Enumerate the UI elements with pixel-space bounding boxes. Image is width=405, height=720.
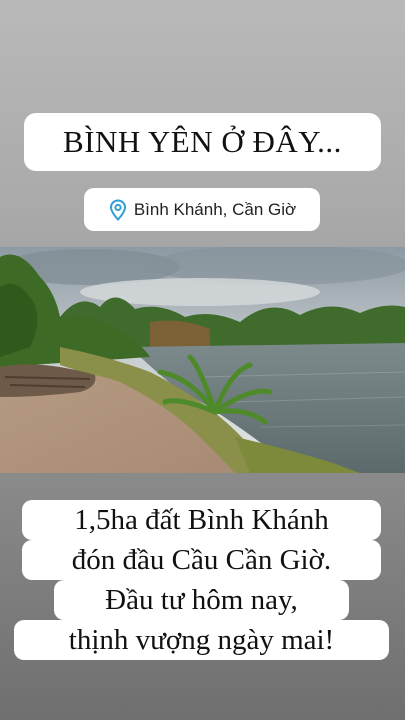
title-sticker: BÌNH YÊN Ở ĐÂY... <box>24 113 381 171</box>
location-label: Bình Khánh, Cần Giờ <box>133 199 297 219</box>
caption-sticker: 1,5ha đất Bình Khánh đón đầu Cầu Cần Giờ… <box>14 500 389 663</box>
caption-line: 1,5ha đất Bình Khánh <box>22 500 381 540</box>
caption-line: thịnh vượng ngày mai! <box>14 620 389 660</box>
riverside-land-photo <box>0 247 405 473</box>
location-sticker[interactable]: Bình Khánh, Cần Giờ <box>84 188 320 231</box>
caption-line: Đầu tư hôm nay, <box>54 580 349 620</box>
story-title: BÌNH YÊN Ở ĐÂY... <box>63 124 342 159</box>
caption-line: đón đầu Cầu Cần Giờ. <box>22 540 381 580</box>
location-pin-icon <box>109 198 126 221</box>
